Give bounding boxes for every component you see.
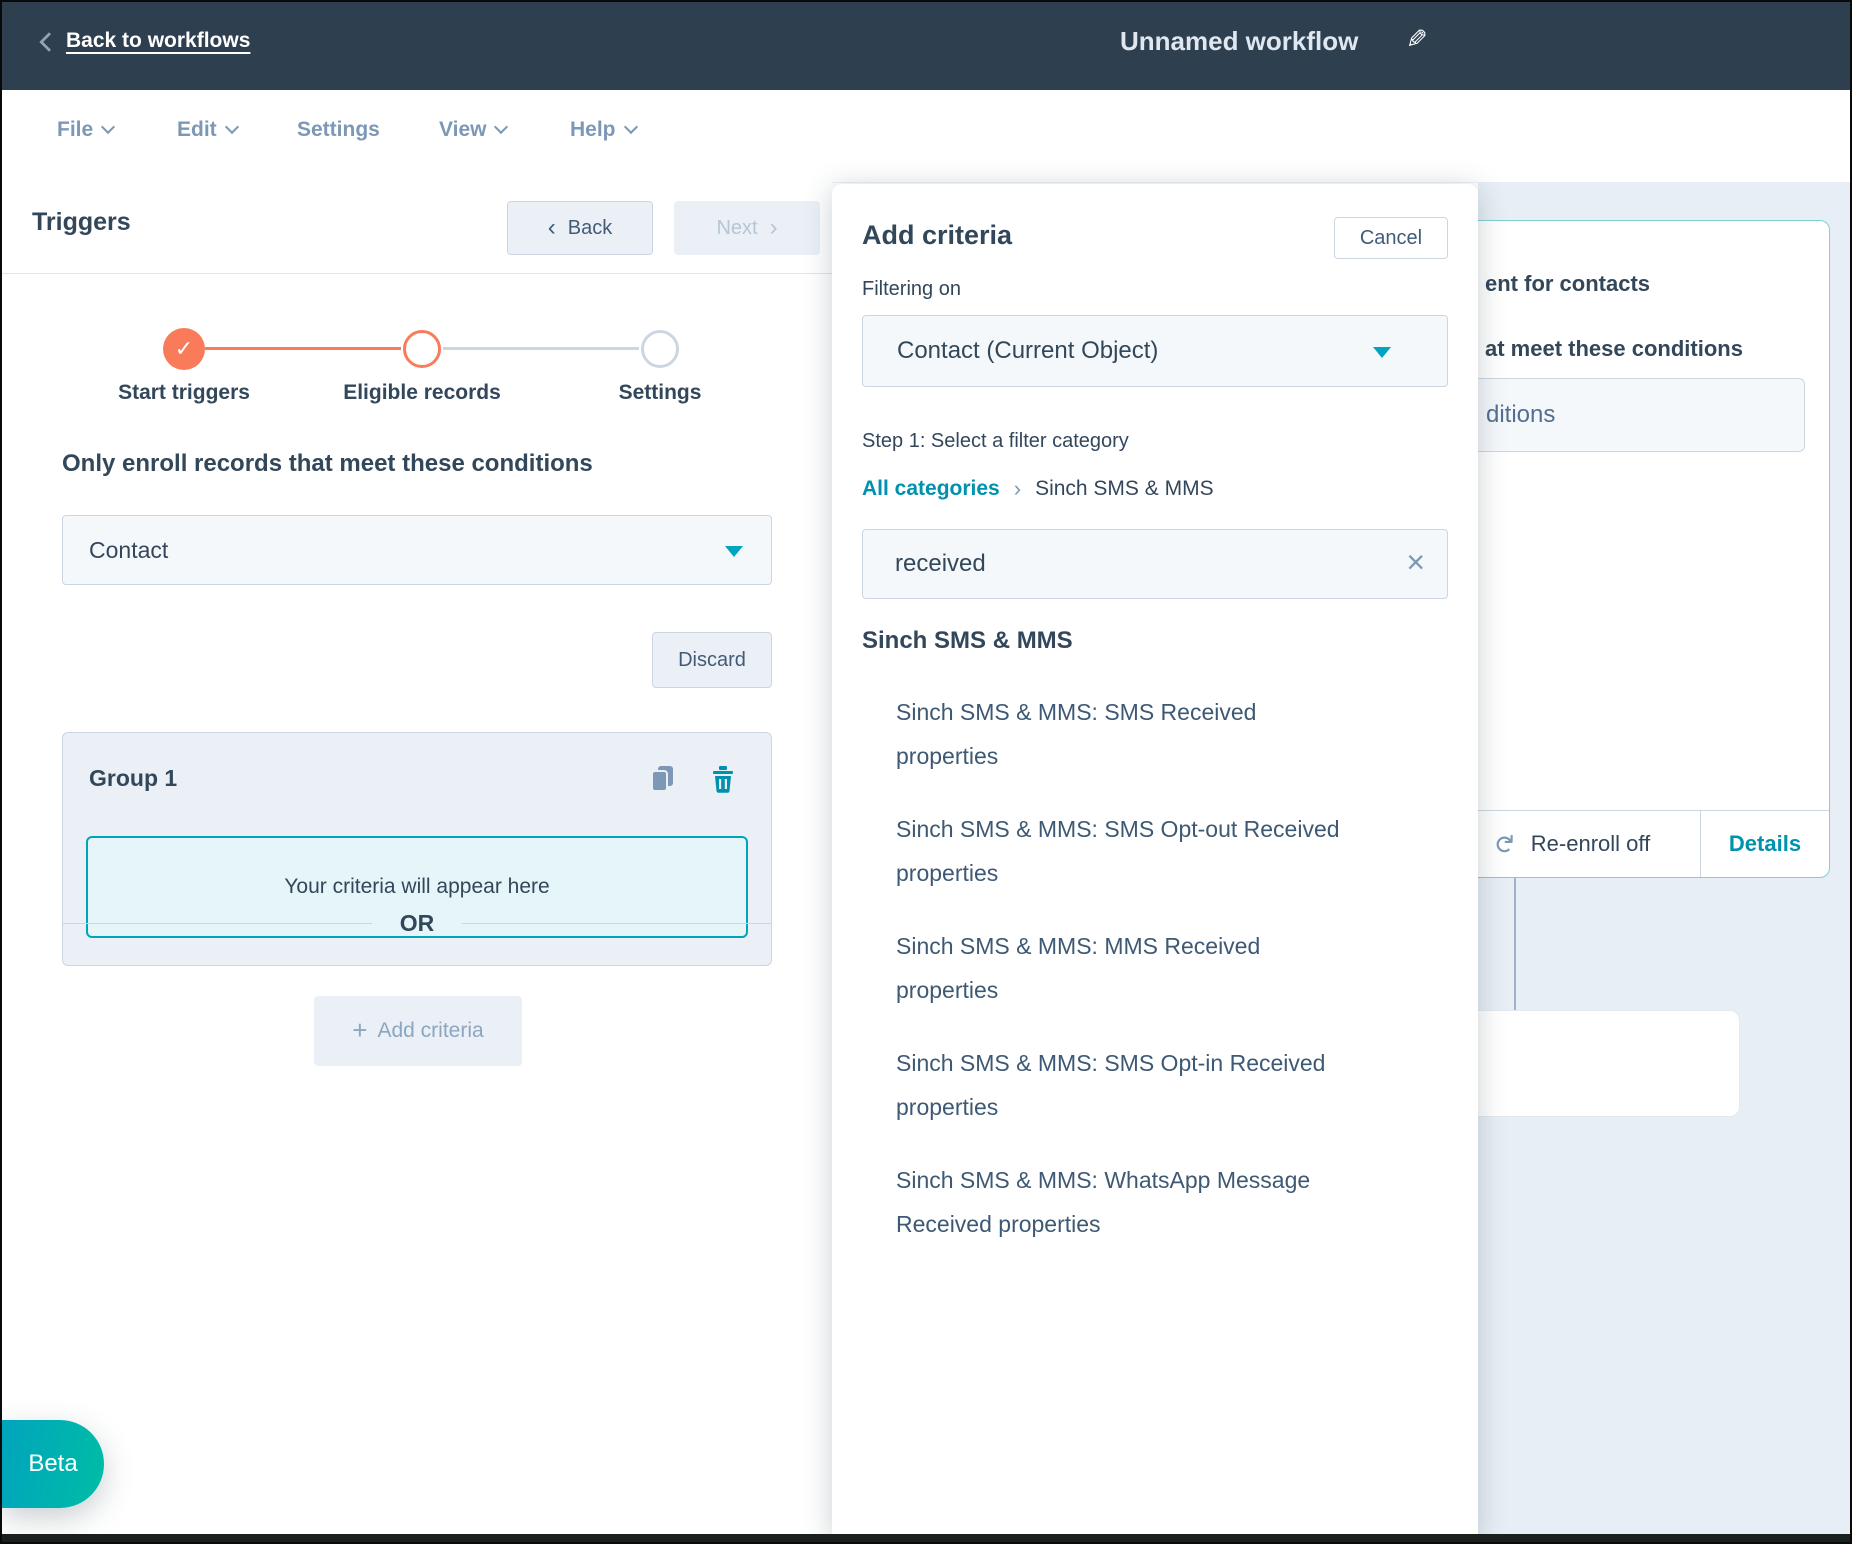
filter-step-label: Step 1: Select a filter category — [862, 430, 1129, 453]
workflow-editor-screen: Back to workflows Unnamed workflow ✎ Fil… — [0, 0, 1852, 1544]
filter-object-select[interactable]: Contact (Current Object) — [862, 315, 1448, 387]
panel-title: Add criteria — [862, 220, 1012, 251]
workflow-title: Unnamed workflow — [1120, 26, 1358, 57]
clear-search-icon[interactable]: × — [1406, 544, 1425, 581]
divider-line — [462, 923, 772, 924]
filtering-on-label: Filtering on — [862, 278, 961, 301]
results-section-title: Sinch SMS & MMS — [862, 627, 1073, 655]
menu-bar: File Edit Settings View Help — [2, 90, 1850, 183]
workflow-action-card[interactable] — [1438, 1010, 1740, 1117]
back-button[interactable]: ‹ Back — [507, 201, 653, 255]
step-settings-circle[interactable] — [641, 330, 679, 368]
menu-edit[interactable]: Edit — [177, 118, 237, 142]
add-criteria-panel: Add criteria Cancel Filtering on Contact… — [832, 184, 1478, 1538]
menu-help[interactable]: Help — [570, 118, 636, 142]
menu-file[interactable]: File — [57, 118, 113, 142]
breadcrumb-current: Sinch SMS & MMS — [1035, 477, 1214, 501]
step-eligible-records-circle[interactable] — [403, 330, 441, 368]
chevron-down-icon — [623, 120, 637, 134]
page-title: Triggers — [32, 208, 131, 237]
list-item[interactable]: Sinch SMS & MMS: SMS Opt-in Received pro… — [896, 1041, 1354, 1129]
next-button[interactable]: Next › — [674, 201, 820, 255]
plus-icon: + — [352, 1017, 367, 1043]
step-start-triggers-label: Start triggers — [109, 381, 259, 405]
add-criteria-button[interactable]: + Add criteria — [314, 996, 522, 1066]
list-item[interactable]: Sinch SMS & MMS: MMS Received properties — [896, 924, 1354, 1012]
discard-button[interactable]: Discard — [652, 632, 772, 688]
chevron-down-icon — [494, 120, 508, 134]
card-conditions-box: ditions — [1459, 378, 1805, 452]
group-title: Group 1 — [89, 765, 177, 792]
or-divider: OR — [62, 904, 772, 944]
chevron-left-icon: ‹ — [548, 216, 556, 240]
details-tab[interactable]: Details — [1700, 811, 1829, 877]
step-start-triggers-circle[interactable]: ✓ — [163, 328, 205, 370]
list-item[interactable]: Sinch SMS & MMS: WhatsApp Message Receiv… — [896, 1158, 1354, 1246]
stepper-connector — [443, 347, 639, 350]
enrollment-trigger-card[interactable]: ent for contacts at meet these condition… — [1438, 220, 1830, 878]
object-type-select[interactable]: Contact — [62, 515, 772, 585]
card-text-line2: at meet these conditions — [1485, 336, 1743, 362]
workflow-connector-line — [1514, 878, 1516, 1010]
chevron-left-icon — [39, 32, 59, 52]
workflow-canvas: ent for contacts at meet these condition… — [1478, 182, 1852, 1538]
menu-view[interactable]: View — [439, 118, 506, 142]
back-to-workflows-link[interactable]: Back to workflows — [66, 29, 250, 53]
chevron-down-icon — [725, 546, 743, 557]
menu-settings[interactable]: Settings — [297, 118, 380, 142]
chevron-down-icon — [1373, 347, 1391, 358]
list-item[interactable]: Sinch SMS & MMS: SMS Opt-out Received pr… — [896, 807, 1354, 895]
top-bar: Back to workflows Unnamed workflow ✎ — [2, 2, 1850, 90]
chevron-right-icon: › — [1014, 476, 1021, 502]
check-icon: ✓ — [175, 336, 193, 362]
back-to-workflows-label: Back to workflows — [66, 29, 250, 53]
enroll-conditions-heading: Only enroll records that meet these cond… — [62, 450, 593, 478]
filter-search-box: × — [862, 529, 1448, 599]
copy-icon[interactable] — [651, 765, 675, 793]
card-toolbar: ↻ Re-enroll off Details — [1439, 810, 1829, 877]
edit-pencil-icon[interactable]: ✎ — [1406, 24, 1428, 55]
chevron-down-icon — [225, 120, 239, 134]
bottom-edge-strip — [2, 1534, 1850, 1542]
step-settings-label: Settings — [600, 381, 720, 405]
triggers-header: Triggers ‹ Back Next › — [2, 182, 832, 274]
breadcrumb: All categories › Sinch SMS & MMS — [862, 476, 1214, 502]
filter-results-list: Sinch SMS & MMS: SMS Received properties… — [896, 690, 1366, 1275]
list-item[interactable]: Sinch SMS & MMS: SMS Received properties — [896, 690, 1354, 778]
reenroll-toggle[interactable]: ↻ Re-enroll off — [1439, 811, 1700, 877]
cancel-button[interactable]: Cancel — [1334, 217, 1448, 259]
beta-badge[interactable]: Beta — [2, 1420, 104, 1508]
card-text-line1: ent for contacts — [1485, 271, 1650, 297]
filter-search-input[interactable] — [863, 530, 1447, 598]
step-eligible-records-label: Eligible records — [332, 381, 512, 405]
trash-icon[interactable] — [711, 765, 735, 793]
refresh-icon: ↻ — [1491, 833, 1517, 855]
chevron-right-icon: › — [770, 216, 778, 240]
stepper-connector-active — [205, 347, 401, 350]
triggers-pane: Triggers ‹ Back Next › ✓ Start triggers … — [2, 182, 832, 1538]
chevron-down-icon — [101, 120, 115, 134]
breadcrumb-all-categories[interactable]: All categories — [862, 477, 1000, 501]
